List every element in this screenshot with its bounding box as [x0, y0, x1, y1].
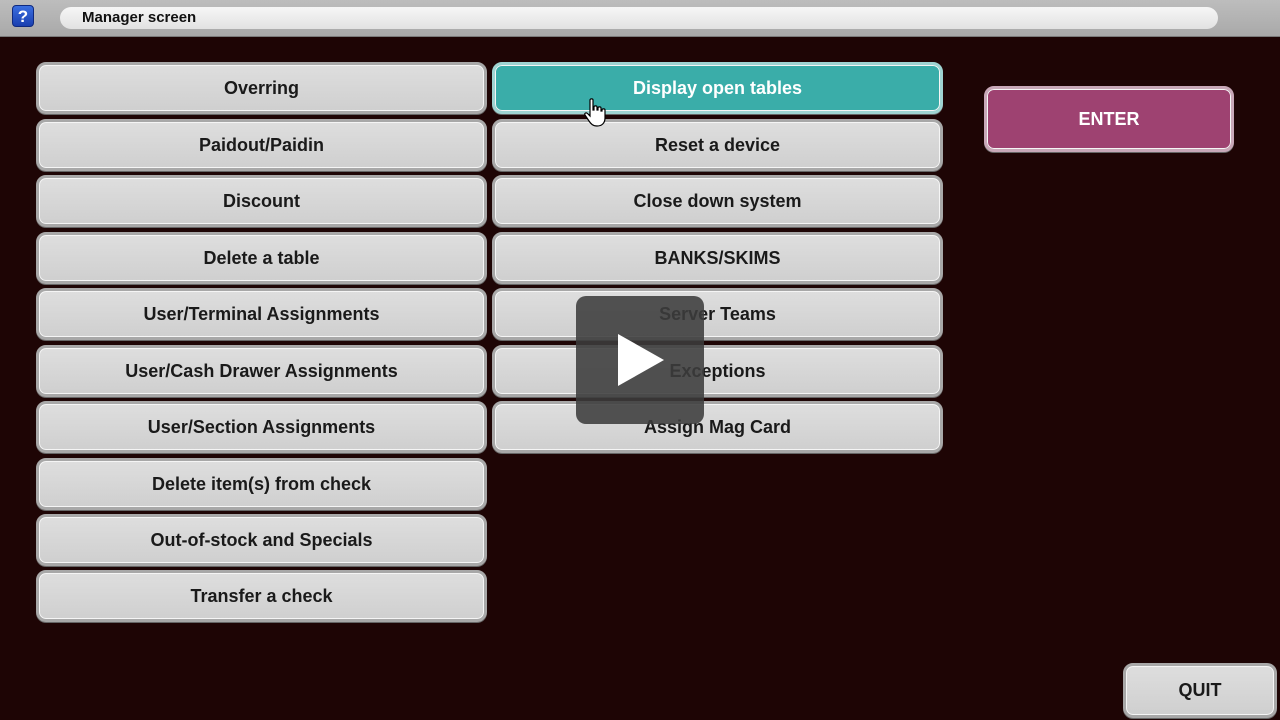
close-down-system-button[interactable]: Close down system	[492, 175, 943, 227]
play-icon	[618, 334, 664, 386]
transfer-check-button[interactable]: Transfer a check	[36, 570, 487, 622]
exceptions-button[interactable]: Exceptions	[492, 345, 943, 397]
assign-mag-card-button[interactable]: Assign Mag Card	[492, 401, 943, 453]
quit-button[interactable]: QUIT	[1123, 663, 1277, 718]
delete-items-from-check-button[interactable]: Delete item(s) from check	[36, 458, 487, 510]
paidout-paidin-button[interactable]: Paidout/Paidin	[36, 119, 487, 171]
out-of-stock-specials-button[interactable]: Out-of-stock and Specials	[36, 514, 487, 566]
title-bar: ? Manager screen	[0, 0, 1280, 37]
help-icon[interactable]: ?	[12, 5, 34, 27]
screen-title: Manager screen	[60, 7, 1218, 29]
delete-table-button[interactable]: Delete a table	[36, 232, 487, 284]
enter-button[interactable]: ENTER	[984, 86, 1234, 152]
video-play-overlay[interactable]	[576, 296, 704, 424]
user-cash-drawer-assignments-button[interactable]: User/Cash Drawer Assignments	[36, 345, 487, 397]
overring-button[interactable]: Overring	[36, 62, 487, 114]
user-terminal-assignments-button[interactable]: User/Terminal Assignments	[36, 288, 487, 340]
display-open-tables-button[interactable]: Display open tables	[492, 62, 943, 114]
banks-skims-button[interactable]: BANKS/SKIMS	[492, 232, 943, 284]
user-section-assignments-button[interactable]: User/Section Assignments	[36, 401, 487, 453]
reset-device-button[interactable]: Reset a device	[492, 119, 943, 171]
server-teams-button[interactable]: Server Teams	[492, 288, 943, 340]
hand-pointer-icon	[584, 98, 606, 127]
discount-button[interactable]: Discount	[36, 175, 487, 227]
